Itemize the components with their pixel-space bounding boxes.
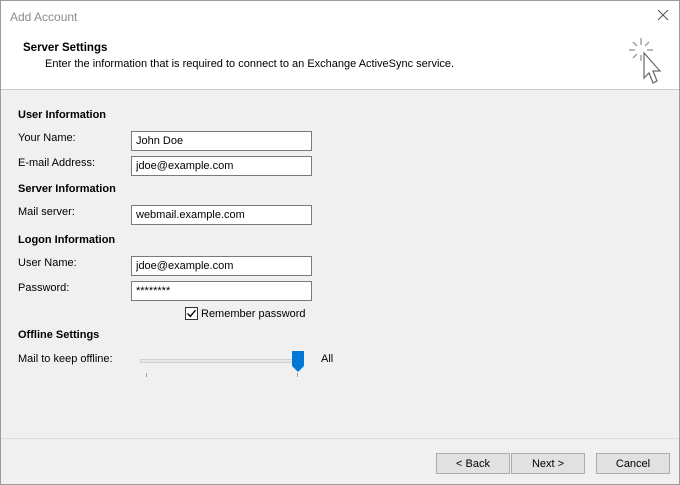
email-input[interactable] [131, 156, 312, 176]
user-name-input[interactable] [131, 256, 312, 276]
password-input[interactable] [131, 281, 312, 301]
remember-password-label: Remember password [201, 307, 306, 320]
checkmark-icon [187, 309, 197, 318]
offline-settings-heading: Offline Settings [18, 329, 100, 341]
close-icon[interactable] [655, 7, 671, 23]
cursor-sparkle-icon [629, 38, 662, 84]
back-button[interactable]: < Back [436, 453, 510, 474]
wizard-header: Server Settings Enter the information th… [1, 32, 679, 90]
footer-divider [1, 438, 679, 439]
remember-password-checkbox[interactable]: Remember password [185, 307, 306, 320]
mail-server-input[interactable] [131, 205, 312, 225]
window-title: Add Account [10, 10, 78, 24]
user-name-label: User Name: [18, 257, 77, 269]
user-info-heading: User Information [18, 109, 107, 121]
page-subtitle: Enter the information that is required t… [45, 58, 455, 70]
mail-server-label: Mail server: [18, 206, 75, 218]
page-title: Server Settings [23, 42, 108, 54]
slider-tick [297, 373, 298, 377]
offline-slider-track[interactable] [140, 359, 302, 363]
cancel-button[interactable]: Cancel [596, 453, 670, 474]
server-info-heading: Server Information [18, 183, 116, 195]
slider-value-label: All [321, 353, 334, 365]
title-bar: Add Account [1, 1, 679, 32]
next-button[interactable]: Next > [511, 453, 585, 474]
your-name-input[interactable] [131, 131, 312, 151]
slider-tick [146, 373, 147, 377]
checkbox-box[interactable] [185, 307, 198, 320]
password-label: Password: [18, 282, 70, 294]
offline-slider-thumb[interactable] [292, 351, 304, 373]
add-account-dialog: Add Account Server Settings Enter the in… [0, 0, 680, 485]
logon-info-heading: Logon Information [18, 234, 116, 246]
your-name-label: Your Name: [18, 132, 76, 144]
settings-form: User Information Your Name: E-mail Addre… [1, 91, 679, 438]
email-label: E-mail Address: [18, 157, 96, 169]
mail-keep-offline-label: Mail to keep offline: [18, 353, 113, 365]
